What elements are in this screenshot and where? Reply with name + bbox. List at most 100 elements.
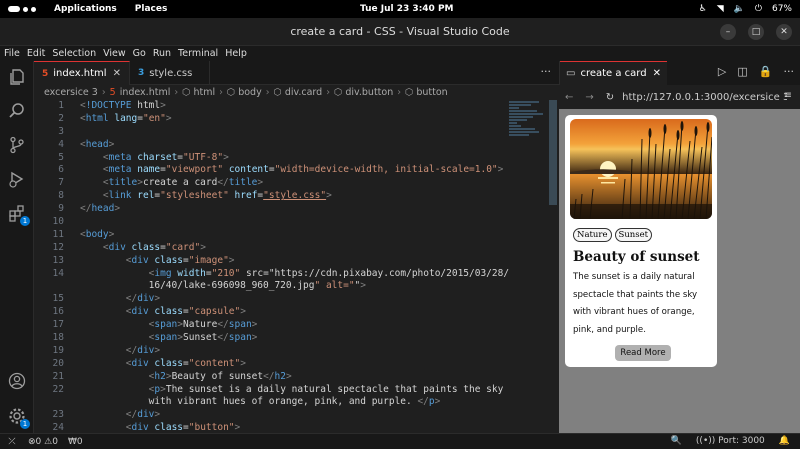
- problems-count[interactable]: ⊗0 ⚠0: [28, 437, 58, 447]
- close-icon[interactable]: ✕: [776, 24, 792, 40]
- vertical-scrollbar[interactable]: [549, 100, 557, 205]
- menu-help[interactable]: Help: [225, 48, 247, 59]
- menu-go[interactable]: Go: [133, 48, 146, 59]
- code-line[interactable]: <link rel="stylesheet" href="style.css">: [80, 190, 520, 203]
- code-line[interactable]: <meta charset="UTF-8">: [80, 152, 520, 165]
- code-line[interactable]: <span>Nature</span>: [80, 319, 520, 332]
- minimap[interactable]: [509, 100, 547, 180]
- close-icon[interactable]: ✕: [653, 68, 661, 79]
- code-line[interactable]: 16/40/lake-696098_960_720.jpg" alt="">: [80, 280, 520, 293]
- code-line[interactable]: <title>create a card</title>: [80, 177, 520, 190]
- menu-bar: File Edit Selection View Go Run Terminal…: [0, 46, 800, 61]
- code-line[interactable]: <img width="210" src="https://cdn.pixaba…: [80, 268, 520, 281]
- run-debug-icon[interactable]: [7, 169, 27, 189]
- line-number: [34, 280, 64, 293]
- workspace-indicator-icon[interactable]: [8, 6, 36, 12]
- breadcrumb-div-button[interactable]: div.button: [345, 87, 393, 98]
- code-line[interactable]: <h2>Beauty of sunset</h2>: [80, 371, 520, 384]
- explorer-icon[interactable]: [7, 67, 27, 87]
- code-line[interactable]: <div class="capsule">: [80, 306, 520, 319]
- more-actions-icon[interactable]: ···: [784, 65, 795, 78]
- tab-style-css[interactable]: 3 style.css: [130, 61, 210, 85]
- hamburger-menu-icon[interactable]: ≡: [784, 90, 792, 101]
- code-line[interactable]: <div class="button">: [80, 422, 520, 433]
- tab-preview[interactable]: ▭ create a card ✕: [560, 61, 667, 85]
- code-line[interactable]: with vibrant hues of orange, pink, and p…: [80, 396, 520, 409]
- maximize-icon[interactable]: □: [748, 24, 764, 40]
- settings-gear-icon[interactable]: 1: [7, 406, 30, 429]
- code-line[interactable]: <span>Sunset</span>: [80, 332, 520, 345]
- account-icon[interactable]: [7, 371, 27, 391]
- ports-count[interactable]: ₩0: [68, 437, 83, 447]
- code-line[interactable]: <div class="content">: [80, 358, 520, 371]
- run-icon[interactable]: ▷: [718, 65, 726, 78]
- code-line[interactable]: <body>: [80, 229, 520, 242]
- breadcrumb-body[interactable]: body: [238, 87, 262, 98]
- lock-icon[interactable]: 🔒: [759, 65, 773, 78]
- code-line[interactable]: </div>: [80, 345, 520, 358]
- tag-nature: Nature: [573, 228, 612, 242]
- code-line[interactable]: </head>: [80, 203, 520, 216]
- code-line[interactable]: [80, 126, 520, 139]
- clock[interactable]: Tue Jul 23 3:40 PM: [360, 4, 454, 14]
- code-lines[interactable]: <!DOCTYPE html> <html lang="en"> <head> <m…: [80, 100, 520, 433]
- breadcrumb-button[interactable]: button: [416, 87, 447, 98]
- url-input[interactable]: http://127.0.0.1:3000/excersice 3/in: [622, 92, 787, 103]
- live-server-port[interactable]: ((•)) Port: 3000: [696, 436, 765, 446]
- preview-viewport: Nature Sunset Beauty of sunset The sunse…: [559, 109, 800, 433]
- code-line[interactable]: <html lang="en">: [80, 113, 520, 126]
- line-number: 7: [58, 177, 64, 189]
- forward-arrow-icon[interactable]: →: [585, 92, 593, 103]
- remote-indicator-icon[interactable]: ⤫: [0, 437, 24, 447]
- chevron-right-icon: ›: [101, 87, 106, 98]
- breadcrumb-file[interactable]: index.html: [120, 87, 171, 98]
- tab-index-html[interactable]: 5 index.html ✕: [34, 61, 130, 85]
- code-line[interactable]: <div class="card">: [80, 242, 520, 255]
- code-line[interactable]: [80, 216, 520, 229]
- close-icon[interactable]: ✕: [113, 68, 121, 79]
- menu-run[interactable]: Run: [153, 48, 171, 59]
- line-number: 2: [58, 112, 64, 124]
- source-control-icon[interactable]: [7, 135, 27, 155]
- zoom-icon[interactable]: 🔍: [671, 436, 682, 446]
- css3-icon: 3: [137, 68, 145, 78]
- menu-view[interactable]: View: [103, 48, 126, 59]
- read-more-button[interactable]: Read More: [615, 345, 671, 361]
- minimize-icon[interactable]: –: [720, 24, 736, 40]
- line-number: 17: [52, 319, 64, 331]
- breadcrumb-div-card[interactable]: div.card: [285, 87, 322, 98]
- menu-selection[interactable]: Selection: [52, 48, 96, 59]
- code-line[interactable]: <meta name="viewport" content="width=dev…: [80, 164, 520, 177]
- menu-terminal[interactable]: Terminal: [178, 48, 218, 59]
- code-line[interactable]: </div>: [80, 293, 520, 306]
- breadcrumb-folder[interactable]: excersice 3: [44, 87, 98, 98]
- chevron-right-icon: ›: [219, 87, 223, 98]
- more-actions-icon[interactable]: ···: [541, 65, 552, 78]
- extensions-badge: 1: [20, 216, 30, 226]
- system-top-bar: Applications Places Tue Jul 23 3:40 PM ♿…: [0, 0, 800, 18]
- places-menu[interactable]: Places: [135, 4, 168, 14]
- power-icon[interactable]: ⏻: [755, 4, 762, 14]
- applications-menu[interactable]: Applications: [54, 4, 117, 14]
- reload-icon[interactable]: ↻: [606, 92, 614, 103]
- code-line[interactable]: <!DOCTYPE html>: [80, 100, 520, 113]
- code-line[interactable]: <p>The sunset is a daily natural spectac…: [80, 384, 520, 397]
- menu-edit[interactable]: Edit: [27, 48, 45, 59]
- extensions-icon[interactable]: 1: [7, 203, 30, 226]
- chevron-right-icon: ›: [397, 87, 402, 98]
- notifications-bell-icon[interactable]: 🔔: [779, 436, 790, 446]
- back-arrow-icon[interactable]: ←: [565, 92, 573, 103]
- menu-file[interactable]: File: [4, 48, 20, 59]
- split-editor-icon[interactable]: ◫: [737, 65, 747, 78]
- code-line[interactable]: <div class="image">: [80, 255, 520, 268]
- wifi-icon[interactable]: ◥: [717, 4, 724, 14]
- code-line[interactable]: <head>: [80, 139, 520, 152]
- breadcrumb-html[interactable]: html: [193, 87, 215, 98]
- code-line[interactable]: </div>: [80, 409, 520, 422]
- accessibility-icon[interactable]: ♿: [699, 4, 707, 14]
- search-icon[interactable]: [7, 101, 27, 121]
- volume-icon[interactable]: 🔈: [734, 4, 745, 14]
- code-editor[interactable]: 1234567891011121314151617181920212223242…: [34, 100, 559, 433]
- battery-level[interactable]: 67%: [772, 4, 792, 14]
- line-number: 14: [52, 267, 64, 279]
